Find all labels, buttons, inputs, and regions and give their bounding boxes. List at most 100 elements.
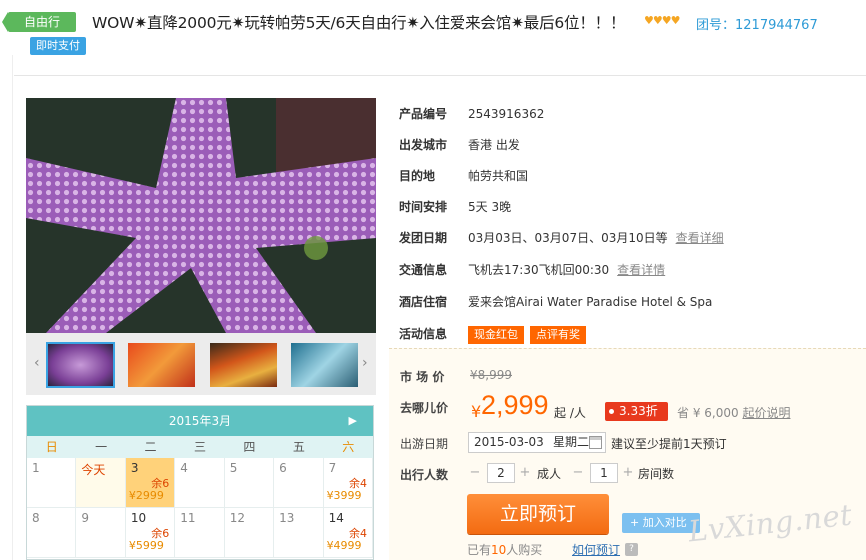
- calendar-day: 11: [175, 508, 225, 558]
- instant-pay-tag: 即时支付: [30, 37, 86, 55]
- currency-symbol: ¥: [471, 402, 482, 421]
- plus-icon[interactable]: +: [621, 465, 635, 481]
- day-number: 13: [279, 511, 295, 525]
- view-dates-link[interactable]: 查看详细: [676, 231, 724, 245]
- price-explain-link[interactable]: 起价说明: [742, 406, 790, 420]
- weekday: 一: [95, 440, 108, 454]
- thumbnail-1[interactable]: [46, 342, 115, 388]
- help-icon[interactable]: ?: [625, 543, 638, 556]
- minus-icon[interactable]: −: [468, 465, 482, 481]
- info-key: 活动信息: [399, 327, 448, 341]
- weekday: 六: [342, 440, 355, 454]
- calendar-day: 9: [76, 508, 126, 558]
- starfish-image: [26, 98, 376, 333]
- product-title: WOW✷直降2000元✷玩转帕劳5天/6天自由行✷入住爱来会馆✷最后6位！！！: [92, 14, 626, 32]
- thumbnail-4[interactable]: [291, 343, 358, 387]
- discount-badge: 3.33折: [605, 402, 668, 421]
- weekday: 四: [243, 440, 256, 454]
- date-value: 2015-03-03: [474, 435, 544, 449]
- info-value: 爱来会馆Airai Water Paradise Hotel & Spa: [468, 295, 713, 309]
- minus-icon[interactable]: −: [571, 465, 585, 481]
- departure-calendar: 2015年3月 ▶ 日 一 二 三 四 五 六 1 今天 3 余6 ¥2999 4 …: [26, 405, 374, 560]
- info-value-wrap: 飞机去17:30飞机回00:30 查看详情: [468, 260, 665, 280]
- market-price: ¥8,999: [470, 368, 512, 382]
- book-now-button[interactable]: 立即预订: [467, 494, 609, 534]
- day-number: 8: [32, 511, 40, 525]
- info-value-wrap: 03月03日、03月07日、03月10日等 查看详细: [468, 228, 724, 248]
- thumbnail-2[interactable]: [128, 343, 195, 387]
- info-key: 交通信息: [399, 263, 448, 277]
- info-key: 发团日期: [399, 231, 448, 245]
- thumbnail-strip: ‹ ›: [26, 333, 376, 395]
- calendar-grid: 1 今天 3 余6 ¥2999 4 5 6 7 余4 ¥3999 8 9 10 余6 ¥59…: [27, 458, 373, 558]
- travel-date-label: 出游日期: [400, 437, 449, 451]
- bought-prefix: 已有: [467, 543, 492, 557]
- weekday: 三: [193, 440, 206, 454]
- day-number: 11: [180, 511, 196, 525]
- day-number: 今天: [81, 463, 106, 477]
- calendar-day: 5: [224, 458, 275, 508]
- calendar-day: 12: [224, 508, 275, 558]
- adults-unit: 成人: [537, 467, 562, 481]
- calendar-day[interactable]: 7 余4 ¥3999: [323, 458, 373, 508]
- how-to-book-link[interactable]: 如何预订: [572, 541, 620, 558]
- activity-pills: 现金红包 点评有奖: [468, 324, 592, 344]
- calendar-day[interactable]: 10 余6 ¥5999: [125, 508, 176, 558]
- day-number: 1: [32, 461, 40, 475]
- info-key: 目的地: [399, 169, 436, 183]
- rooms-stepper: − 1 + 房间数: [571, 463, 701, 483]
- bought-count: 10: [491, 543, 507, 557]
- calendar-day: 6: [274, 458, 324, 508]
- purchase-count: 已有10人购买: [467, 541, 542, 558]
- info-value: 香港 出发: [468, 138, 520, 152]
- review-reward-badge[interactable]: 点评有奖: [530, 326, 586, 344]
- info-key: 酒店住宿: [399, 295, 448, 309]
- calendar-day-selected[interactable]: 3 余6 ¥2999: [125, 458, 176, 508]
- day-number: 9: [81, 511, 90, 525]
- travel-date-input[interactable]: 2015-03-03 星期二: [468, 432, 606, 453]
- cash-redpacket-badge[interactable]: 现金红包: [468, 326, 524, 344]
- calendar-day: 8: [27, 508, 77, 558]
- gallery-prev-icon[interactable]: ‹: [34, 355, 40, 371]
- day-number: 5: [229, 461, 238, 475]
- info-value: 5天 3晚: [468, 200, 512, 214]
- rating-hearts-icon: ♥♥♥♥: [644, 14, 680, 27]
- calendar-next-icon[interactable]: ▶: [349, 406, 357, 436]
- rooms-unit: 房间数: [638, 467, 675, 481]
- left-border: [12, 55, 13, 560]
- plus-icon[interactable]: +: [518, 465, 532, 481]
- info-key: 出发城市: [399, 138, 448, 152]
- price-unit: 起 /人: [554, 406, 586, 420]
- main-product-image[interactable]: [26, 98, 376, 333]
- calendar-day: 13: [274, 508, 324, 558]
- date-weekday: 星期二: [553, 435, 590, 449]
- info-value: 飞机去17:30飞机回00:30: [468, 263, 610, 277]
- info-value: 2543916362: [468, 107, 545, 121]
- calendar-header: 2015年3月 ▶: [27, 406, 373, 436]
- view-transport-link[interactable]: 查看详情: [617, 263, 665, 277]
- rooms-input[interactable]: 1: [590, 463, 618, 483]
- savings-amount: 省 ¥ 6,000: [677, 406, 739, 420]
- info-key: 时间安排: [399, 200, 448, 214]
- weekday: 二: [144, 440, 157, 454]
- calendar-day: 4: [175, 458, 225, 508]
- group-number: 团号：1217944767: [696, 18, 818, 33]
- weekday: 五: [292, 440, 305, 454]
- day-number: 10: [130, 511, 147, 525]
- calendar-day[interactable]: 14 余4 ¥4999: [323, 508, 373, 558]
- info-key: 产品编号: [399, 107, 448, 121]
- bought-suffix: 人购买: [506, 543, 543, 557]
- weekday: 日: [45, 440, 58, 454]
- market-price-label: 市 场 价: [400, 370, 445, 384]
- our-price-label: 去哪儿价: [400, 401, 449, 415]
- thumbnail-3[interactable]: [210, 343, 277, 387]
- calendar-icon[interactable]: [589, 436, 602, 449]
- day-price: ¥3999: [326, 489, 362, 502]
- our-price: 2,999: [481, 390, 549, 420]
- info-value: 03月03日、03月07日、03月10日等: [468, 231, 668, 245]
- adults-input[interactable]: 2: [487, 463, 515, 483]
- savings: 省 ¥ 6,000 起价说明: [677, 404, 790, 421]
- people-label: 出行人数: [400, 468, 449, 482]
- gallery-next-icon[interactable]: ›: [362, 355, 368, 371]
- day-number: 14: [328, 511, 344, 525]
